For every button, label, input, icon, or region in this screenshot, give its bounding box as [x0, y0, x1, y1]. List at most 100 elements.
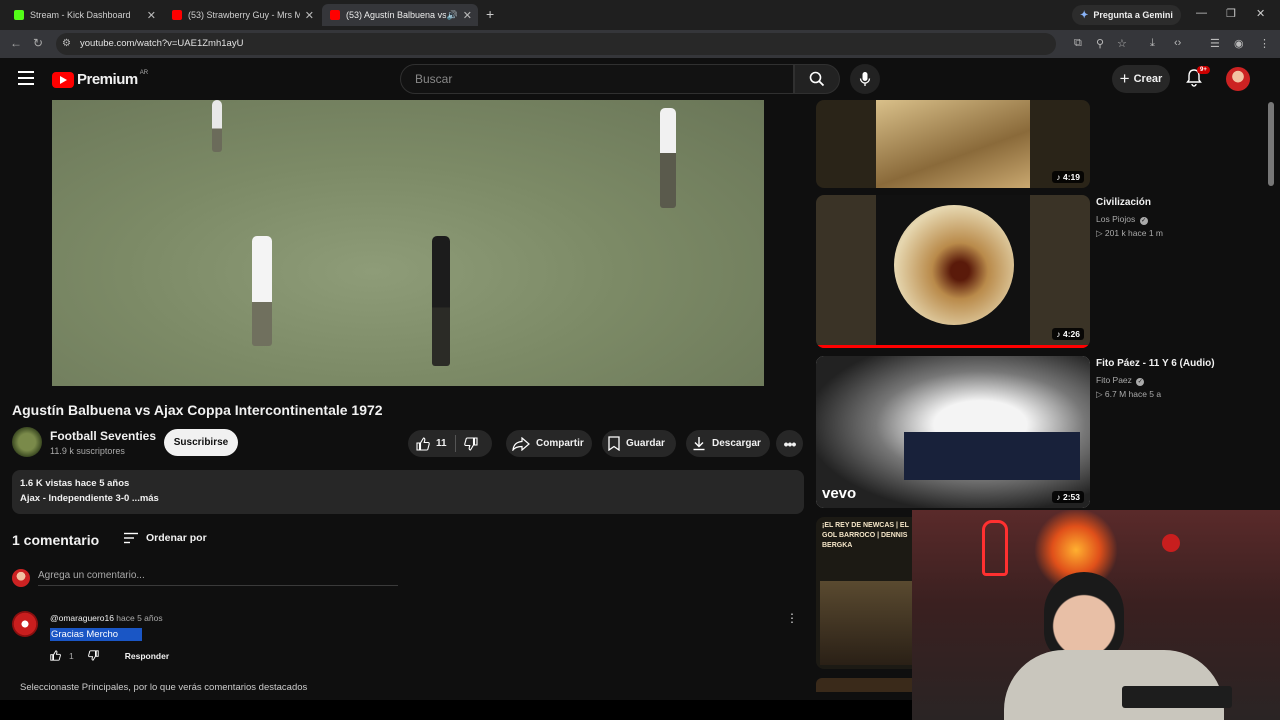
reading-list-icon[interactable]: ☰ [1210, 37, 1220, 50]
search-input[interactable] [401, 65, 793, 93]
comments-heading: 1 comentario [12, 532, 100, 548]
vevo-logo: vevo [822, 485, 857, 502]
reply-button[interactable]: Responder [125, 651, 169, 661]
related-video-title[interactable]: Civilización [1096, 197, 1151, 208]
thumbnail-text: ¡EL REY DE NEWCAS | EL GOL BARROCO | DEN… [822, 522, 909, 549]
cast-icon[interactable]: ⧉ [1074, 37, 1082, 50]
download-icon [693, 437, 705, 451]
search-button[interactable] [794, 64, 840, 94]
site-info-icon[interactable]: ⚙ [62, 38, 71, 49]
close-icon[interactable]: ✕ [463, 9, 472, 22]
close-icon[interactable]: ✕ [305, 9, 314, 22]
related-video-title[interactable]: Fito Páez - 11 Y 6 (Audio) [1096, 358, 1215, 369]
thumbnail-image [876, 100, 1030, 188]
logo-text: Premium [77, 71, 138, 88]
thumbs-down-icon[interactable] [87, 650, 99, 661]
dislike-button[interactable] [456, 430, 486, 457]
streamer-body [1004, 650, 1224, 720]
youtube-play-icon [52, 71, 74, 88]
address-bar[interactable]: ⚙ youtube.com/watch?v=UAE1Zmh1ayU [56, 33, 1056, 55]
close-icon[interactable]: ✕ [147, 9, 156, 22]
related-video-thumbnail[interactable]: ♪ 4:19 [816, 100, 1090, 188]
tab-title: Stream - Kick Dashboard [30, 10, 131, 20]
maximize-icon[interactable]: ❐ [1226, 7, 1236, 20]
downloads-icon[interactable]: ⤓ [1150, 37, 1155, 50]
sort-comments-button[interactable]: Ordenar por [124, 532, 207, 544]
share-button[interactable]: Compartir [506, 430, 592, 457]
back-icon[interactable]: ← [10, 36, 22, 50]
save-label: Guardar [626, 438, 665, 449]
sort-icon [124, 532, 138, 544]
create-button[interactable]: + Crear [1112, 65, 1170, 93]
bookmark-star-icon[interactable]: ☆ [1117, 37, 1127, 50]
video-duration: ♪ 4:26 [1052, 328, 1084, 340]
reload-icon[interactable]: ↻ [33, 36, 43, 50]
description-box[interactable]: 1.6 K vistas hace 5 años Ajax - Independ… [12, 470, 804, 514]
video-player[interactable] [52, 100, 764, 386]
more-actions-button[interactable]: ••• [776, 430, 803, 457]
like-button[interactable]: 11 [408, 430, 455, 457]
notifications-button[interactable]: 9+ [1186, 66, 1210, 92]
gemini-button[interactable]: ✦ Pregunta a Gemini [1072, 5, 1181, 25]
account-avatar[interactable] [1226, 67, 1250, 91]
download-label: Descargar [712, 438, 761, 449]
microphone-icon [859, 72, 871, 86]
verified-icon: ✓ [1136, 378, 1145, 386]
related-channel[interactable]: Fito Paez [1096, 375, 1132, 385]
comment-actions: 1 Responder [50, 650, 169, 661]
save-button[interactable]: Guardar [602, 430, 676, 457]
tab-agustin-balbuena[interactable]: (53) Agustín Balbuena vs Ajax 🔊 ✕ [322, 4, 478, 26]
share-icon [512, 436, 530, 451]
like-count: 11 [436, 438, 447, 449]
channel-avatar[interactable] [12, 427, 42, 457]
chrome-menu-icon[interactable]: ⋮ [1259, 37, 1270, 50]
comment-time[interactable]: hace 5 años [116, 613, 162, 623]
video-frame-figure [432, 236, 450, 366]
browser-toolbar: ← ↻ ⚙ youtube.com/watch?v=UAE1Zmh1ayU ⧉ … [0, 30, 1280, 58]
speaker-icon[interactable]: 🔊 [447, 10, 458, 21]
hamburger-menu-icon[interactable] [18, 71, 34, 85]
subscribe-button[interactable]: Suscribirse [164, 429, 238, 456]
notification-count-badge: 9+ [1197, 66, 1210, 74]
thumbnail-image [876, 195, 1030, 345]
zoom-icon[interactable]: ⚲ [1096, 37, 1104, 50]
video-title: Agustín Balbuena vs Ajax Coppa Intercont… [12, 402, 383, 418]
video-frame-figure [660, 108, 676, 208]
streamer-head [1044, 572, 1124, 662]
thumbs-up-icon [416, 436, 430, 451]
watch-progress-bar [816, 345, 1090, 348]
related-channel[interactable]: Los Piojos [1096, 214, 1135, 224]
like-dislike-group: 11 [408, 430, 492, 457]
tab-title: (53) Agustín Balbuena vs Ajax [346, 10, 446, 20]
youtube-premium-logo[interactable]: Premium AR [52, 70, 148, 88]
emoji-icon [121, 629, 141, 640]
profile-icon[interactable]: ◉ [1234, 37, 1244, 50]
related-video-thumbnail[interactable]: vevo ♪ 2:53 [816, 356, 1090, 508]
close-window-icon[interactable]: ✕ [1256, 7, 1265, 20]
related-views: ▷ 6.7 M hace 5 a [1096, 389, 1162, 399]
comment-author[interactable]: @omaraguero16 [50, 613, 114, 623]
scrollbar[interactable] [1268, 102, 1274, 186]
tab-kick-dashboard[interactable]: Stream - Kick Dashboard ✕ [6, 4, 162, 26]
devtools-icon[interactable]: ‹› [1174, 37, 1181, 49]
video-frame-figure [212, 100, 222, 152]
minimize-icon[interactable]: — [1196, 7, 1207, 19]
related-video-meta: Fito Paez ✓ ▷ 6.7 M hace 5 a [1096, 373, 1161, 401]
description-text: Ajax - Independiente 3-0 ...más [20, 493, 159, 504]
my-avatar [12, 569, 30, 587]
create-label: Crear [1133, 73, 1163, 85]
commenter-avatar[interactable] [12, 611, 38, 637]
add-comment-input[interactable]: Agrega un comentario... [38, 570, 398, 586]
youtube-icon [330, 10, 340, 20]
tab-strawberry-guy[interactable]: (53) Strawberry Guy - Mrs Magic ✕ [164, 4, 320, 26]
comment-menu-icon[interactable]: ⋮ [786, 611, 798, 625]
related-video-thumbnail[interactable]: ♪ 4:26 [816, 195, 1090, 348]
video-frame-figure [252, 236, 272, 346]
download-button[interactable]: Descargar [686, 430, 770, 457]
new-tab-button[interactable]: + [486, 6, 494, 22]
channel-name[interactable]: Football Seventies [50, 429, 156, 443]
verified-icon: ✓ [1139, 217, 1148, 225]
thumbs-up-icon[interactable] [50, 650, 61, 661]
keyboard [1122, 686, 1232, 708]
voice-search-button[interactable] [850, 64, 880, 94]
